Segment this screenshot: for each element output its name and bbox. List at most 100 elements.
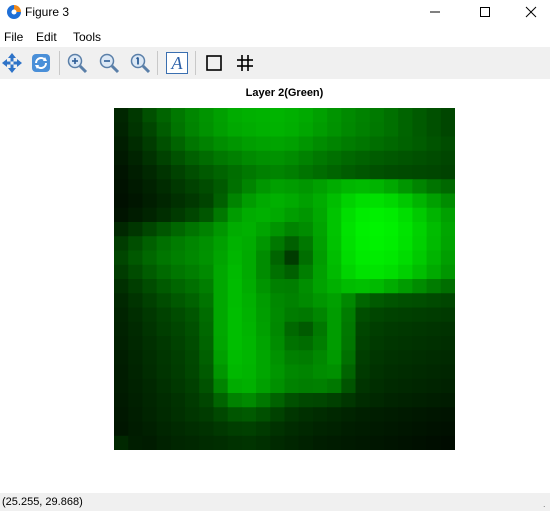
resize-grip[interactable]: . (543, 499, 546, 509)
zoom-reset-button[interactable] (128, 51, 152, 75)
heatmap-cell (383, 250, 399, 266)
heatmap-cell (114, 108, 129, 123)
heatmap-cell (185, 307, 200, 323)
heatmap-cell (156, 279, 172, 294)
heatmap-plot[interactable] (114, 108, 455, 450)
maximize-button[interactable] (462, 0, 508, 24)
menu-tools[interactable]: Tools (73, 30, 101, 44)
heatmap-cell (142, 264, 158, 280)
heatmap-cell (270, 236, 286, 252)
heatmap-cell (142, 150, 158, 166)
heatmap-cell (440, 250, 455, 266)
heatmap-cell (383, 393, 399, 408)
heatmap-cell (312, 293, 328, 309)
zoom-in-button[interactable] (65, 51, 89, 75)
grid-button[interactable] (233, 51, 257, 75)
heatmap-cell (199, 122, 215, 138)
heatmap-cell (412, 293, 428, 309)
heatmap-cell (114, 150, 129, 166)
heatmap-cell (341, 364, 357, 380)
heatmap-cell (241, 336, 257, 351)
heatmap-cell (341, 393, 357, 408)
heatmap-cell (114, 350, 129, 366)
heatmap-cell (213, 165, 229, 180)
heatmap-cell (426, 321, 442, 337)
heatmap-cell (298, 421, 314, 437)
heatmap-cell (383, 108, 399, 123)
heatmap-cell (369, 293, 385, 309)
heatmap-cell (440, 222, 455, 237)
heatmap-cell (312, 279, 328, 294)
heatmap-cell (114, 165, 129, 180)
heatmap-cell (142, 421, 158, 437)
heatmap-cell (142, 378, 158, 394)
heatmap-cell (170, 307, 186, 323)
heatmap-cell (440, 350, 455, 366)
heatmap-cell (142, 407, 158, 423)
heatmap-cell (114, 250, 129, 266)
zoom-out-button[interactable] (97, 51, 121, 75)
heatmap-cell (426, 293, 442, 309)
heatmap-cell (156, 207, 172, 223)
heatmap-cell (284, 421, 300, 437)
heatmap-cell (185, 236, 200, 252)
refresh-button[interactable] (29, 51, 53, 75)
heatmap-cell (270, 264, 286, 280)
heatmap-cell (256, 236, 271, 252)
text-tool-button[interactable]: A (165, 51, 189, 75)
heatmap-cell (270, 250, 286, 266)
heatmap-cell (156, 307, 172, 323)
heatmap-cell (398, 435, 413, 450)
heatmap-cell (213, 236, 229, 252)
heatmap-cell (156, 407, 172, 423)
heatmap-cell (369, 179, 385, 195)
heatmap-cell (142, 193, 158, 209)
heatmap-cell (284, 136, 300, 152)
heatmap-cell (241, 122, 257, 138)
heatmap-cell (369, 378, 385, 394)
minimize-button[interactable] (412, 0, 458, 24)
heatmap-cell (440, 378, 455, 394)
heatmap-cell (355, 393, 371, 408)
heatmap-cell (412, 236, 428, 252)
heatmap-cell (256, 378, 271, 394)
heatmap-cell (256, 279, 271, 294)
heatmap-cell (241, 207, 257, 223)
heatmap-cell (241, 264, 257, 280)
heatmap-cell (185, 435, 200, 450)
heatmap-cell (440, 279, 455, 294)
heatmap-cell (128, 136, 144, 152)
heatmap-cell (298, 407, 314, 423)
heatmap-cell (256, 293, 271, 309)
heatmap-cell (412, 364, 428, 380)
heatmap-cell (369, 150, 385, 166)
heatmap-cell (398, 264, 413, 280)
heatmap-cell (241, 293, 257, 309)
heatmap-cell (383, 179, 399, 195)
heatmap-cell (256, 193, 271, 209)
heatmap-cell (426, 150, 442, 166)
heatmap-cell (128, 179, 144, 195)
heatmap-cell (270, 407, 286, 423)
heatmap-cell (298, 293, 314, 309)
move-button[interactable] (0, 51, 24, 75)
rectangle-tool-button[interactable] (202, 51, 226, 75)
heatmap-cell (398, 108, 413, 123)
heatmap-cell (128, 250, 144, 266)
heatmap-cell (241, 136, 257, 152)
heatmap-cell (213, 108, 229, 123)
heatmap-cell (156, 421, 172, 437)
heatmap-cell (298, 236, 314, 252)
menu-edit[interactable]: Edit (36, 30, 57, 44)
menu-file[interactable]: File (4, 30, 23, 44)
heatmap-cell (398, 393, 413, 408)
heatmap-cell (185, 364, 200, 380)
heatmap-cell (227, 108, 243, 123)
heatmap-cell (270, 336, 286, 351)
heatmap-cell (270, 307, 286, 323)
close-button[interactable] (508, 0, 550, 24)
heatmap-cell (412, 150, 428, 166)
heatmap-cell (341, 150, 357, 166)
window-title: Figure 3 (25, 5, 70, 19)
heatmap-cell (298, 279, 314, 294)
